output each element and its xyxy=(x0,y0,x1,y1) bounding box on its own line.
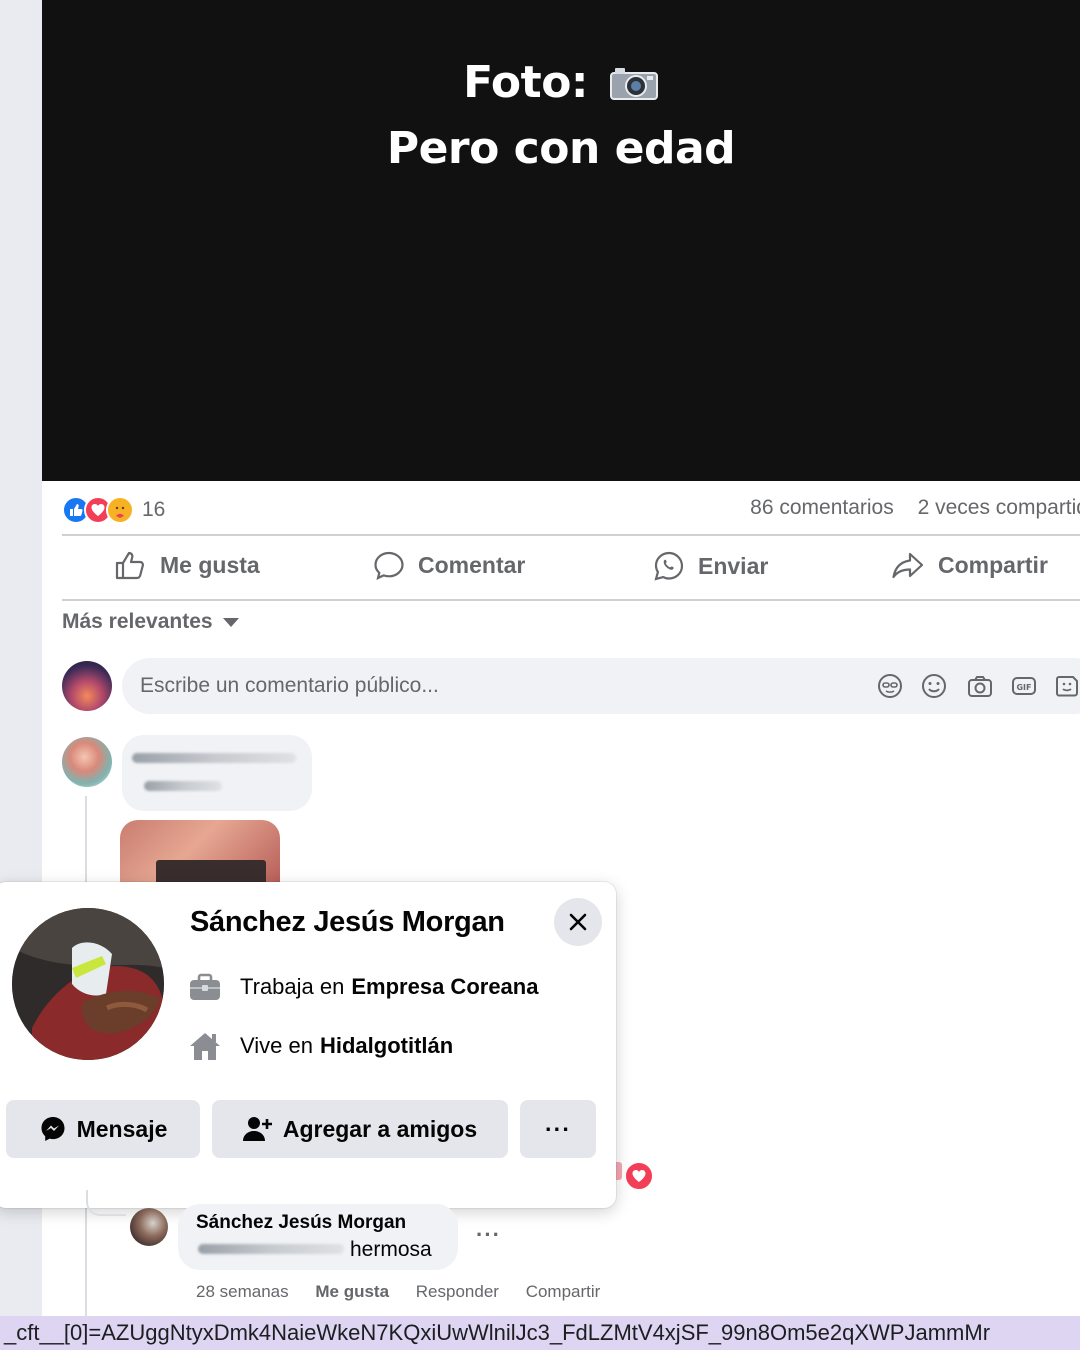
sort-label: Más relevantes xyxy=(62,610,213,633)
speech-bubble-icon xyxy=(374,551,404,580)
emoji-icon[interactable] xyxy=(920,672,948,700)
comment-photo[interactable] xyxy=(120,820,280,882)
comment-label: Comentar xyxy=(418,551,526,578)
share-arrow-icon xyxy=(892,552,924,579)
message-label: Mensaje xyxy=(76,1115,168,1142)
profile-avatar[interactable] xyxy=(12,908,164,1060)
gif-icon[interactable]: GIF xyxy=(1010,672,1038,700)
share-label: Compartir xyxy=(938,551,1048,578)
thumbs-up-icon xyxy=(115,551,145,580)
comment-count-link[interactable]: 86 comentarios xyxy=(750,496,894,519)
reply-text: hermosa xyxy=(350,1238,432,1261)
share-count-link[interactable]: 2 veces compartid xyxy=(918,496,1080,519)
divider-bottom xyxy=(62,599,1080,601)
work-info: Trabaja en Empresa Coreana xyxy=(188,972,538,1002)
close-icon xyxy=(569,913,587,931)
stats-right: 86 comentarios 2 veces compartid xyxy=(732,496,1080,520)
reply-share-link[interactable]: Compartir xyxy=(526,1282,601,1301)
reply-author-avatar[interactable] xyxy=(130,1208,168,1246)
redacted-text xyxy=(132,753,296,763)
camera-icon[interactable] xyxy=(966,672,994,700)
sort-dropdown[interactable]: Más relevantes xyxy=(62,610,239,634)
current-user-avatar[interactable] xyxy=(62,661,112,711)
share-button[interactable]: Compartir xyxy=(890,550,1048,580)
post-actions-bar: Me gusta Comentar Enviar Compartir xyxy=(62,540,1080,596)
post-caption: Foto: Pero con edad xyxy=(42,52,1080,180)
whatsapp-icon xyxy=(654,551,684,581)
briefcase-icon xyxy=(190,973,220,1000)
profile-hover-card: Sánchez Jesús Morgan Trabaja en Empresa … xyxy=(0,882,616,1208)
send-label: Enviar xyxy=(698,552,769,579)
work-place[interactable]: Empresa Coreana xyxy=(351,974,538,1000)
lives-place[interactable]: Hidalgotitlán xyxy=(320,1033,453,1059)
close-button[interactable] xyxy=(554,898,602,946)
comment-input-box[interactable]: GIF xyxy=(122,658,1080,714)
comment-button[interactable]: Comentar xyxy=(372,550,525,580)
more-options-button[interactable]: ··· xyxy=(520,1100,596,1158)
reply-bubble: Sánchez Jesús Morgan hermosa xyxy=(178,1204,458,1270)
caret-down-icon xyxy=(222,617,239,627)
add-friend-icon xyxy=(242,1117,272,1141)
caption-line-2: Pero con edad xyxy=(386,123,736,174)
profile-name[interactable]: Sánchez Jesús Morgan xyxy=(190,906,505,939)
redacted-text xyxy=(144,781,222,791)
caption-line-1: Foto: xyxy=(463,57,589,108)
avatar-sticker-icon[interactable] xyxy=(876,672,904,700)
redacted-text xyxy=(198,1244,344,1254)
like-label: Me gusta xyxy=(160,551,260,578)
care-reaction-icon xyxy=(106,496,134,524)
love-reaction-icon[interactable] xyxy=(624,1161,654,1191)
more-options-label: ··· xyxy=(545,1115,571,1142)
sticker-icon[interactable] xyxy=(1054,672,1080,700)
reaction-summary[interactable]: 16 xyxy=(62,494,165,526)
comment-input[interactable] xyxy=(140,658,840,714)
location-info: Vive en Hidalgotitlán xyxy=(188,1030,453,1062)
camera-icon xyxy=(609,56,659,118)
post-image[interactable]: Foto: Pero con edad xyxy=(42,0,1080,481)
url-status-bar: _cft__[0]=AZUggNtyxDmk4NaieWkeN7KQxiUwWl… xyxy=(0,1316,1080,1350)
message-button[interactable]: Mensaje xyxy=(6,1100,200,1158)
reply-time[interactable]: 28 semanas xyxy=(196,1282,289,1301)
add-friend-button[interactable]: Agregar a amigos xyxy=(212,1100,508,1158)
post-stats: 16 86 comentarios 2 veces compartid xyxy=(62,492,1080,528)
work-prefix: Trabaja en xyxy=(240,974,345,999)
add-friend-label: Agregar a amigos xyxy=(282,1115,478,1142)
reaction-count: 16 xyxy=(142,498,166,521)
lives-prefix: Vive en xyxy=(240,1033,313,1058)
messenger-icon xyxy=(41,1117,65,1141)
reply-reply-link[interactable]: Responder xyxy=(416,1282,499,1301)
reply-like-link[interactable]: Me gusta xyxy=(315,1282,389,1301)
svg-text:GIF: GIF xyxy=(1016,683,1031,692)
like-button[interactable]: Me gusta xyxy=(114,550,260,580)
reply-meta: 28 semanas Me gusta Responder Compartir xyxy=(196,1282,622,1302)
home-icon xyxy=(190,1033,220,1060)
reply-more-button[interactable]: ··· xyxy=(476,1222,501,1248)
send-button[interactable]: Enviar xyxy=(652,550,768,582)
commenter-avatar[interactable] xyxy=(62,737,112,787)
divider-top xyxy=(62,534,1080,536)
reply-author[interactable]: Sánchez Jesús Morgan xyxy=(196,1212,406,1234)
comment-bubble xyxy=(122,735,312,811)
reply-thread-connector xyxy=(86,1190,126,1216)
